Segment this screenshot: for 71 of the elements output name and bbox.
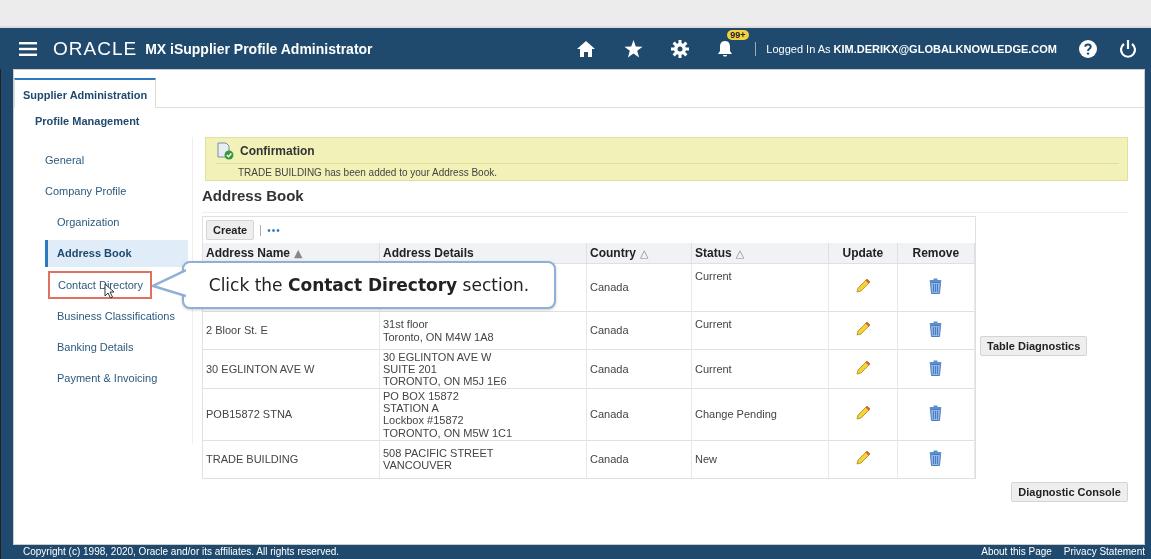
trash-icon[interactable] bbox=[929, 450, 943, 467]
power-icon[interactable] bbox=[1119, 39, 1137, 58]
logged-in-user: Logged In As KIM.DERIKX@GLOBALKNOWLEDGE.COM bbox=[766, 42, 1057, 55]
address-line: 31st floor bbox=[383, 318, 430, 331]
pencil-icon[interactable] bbox=[854, 278, 871, 295]
table-cell: Current bbox=[695, 318, 732, 330]
app-title: MX iSupplier Profile Administrator bbox=[145, 40, 373, 57]
nav-link[interactable]: Organization bbox=[45, 209, 192, 236]
table-cell: TRADE BUILDING bbox=[206, 453, 299, 466]
table-cell: POB15872 STNA bbox=[206, 408, 293, 421]
trash-icon[interactable] bbox=[929, 405, 943, 422]
diagnostic-console-button[interactable]: Diagnostic Console bbox=[1011, 482, 1128, 503]
nav-link[interactable]: Banking Details bbox=[45, 334, 192, 361]
table-cell: Current bbox=[695, 270, 732, 282]
pencil-icon[interactable] bbox=[854, 450, 871, 467]
menu-icon[interactable] bbox=[19, 41, 37, 56]
trash-icon[interactable] bbox=[929, 360, 943, 377]
address-line: 508 PACIFIC STREET bbox=[383, 447, 495, 460]
nav-link[interactable]: Company Profile bbox=[14, 178, 127, 205]
address-line: VANCOUVER bbox=[383, 459, 453, 472]
nav-link[interactable]: General bbox=[14, 147, 85, 174]
table-cell: Change Pending bbox=[695, 408, 777, 421]
create-button[interactable]: Create bbox=[206, 220, 255, 240]
address-line: Lockbox #15872 bbox=[383, 414, 465, 427]
callout-text: Click the Contact Directory section. bbox=[208, 275, 530, 295]
address-line: 30 EGLINTON AVE W bbox=[383, 351, 493, 364]
table-cell: Canada bbox=[590, 363, 629, 376]
table-cell: Canada bbox=[590, 408, 629, 421]
tab[interactable]: Supplier Administration bbox=[14, 78, 157, 108]
address-line: Toronto, ON M4W 1A8 bbox=[383, 330, 495, 343]
star-icon[interactable] bbox=[624, 39, 644, 58]
logo: ORACLE bbox=[53, 37, 138, 60]
pencil-icon[interactable] bbox=[854, 321, 871, 338]
address-line: TORONTO, ON M5W 1C1 bbox=[383, 426, 514, 439]
nav-link[interactable]: Payment & Invoicing bbox=[45, 365, 192, 392]
nav-link[interactable]: Contact Directory bbox=[48, 271, 152, 299]
settings-icon[interactable] bbox=[671, 39, 690, 58]
table-cell: 30 EGLINTON AVE W bbox=[206, 363, 315, 376]
table-cell: Canada bbox=[590, 453, 629, 466]
document-check-icon bbox=[216, 142, 234, 160]
trash-icon[interactable] bbox=[929, 321, 943, 338]
pencil-icon[interactable] bbox=[854, 405, 871, 422]
subtab[interactable]: Profile Management bbox=[14, 108, 140, 127]
confirmation-title: Confirmation bbox=[240, 144, 315, 158]
address-line: STATION A bbox=[383, 402, 440, 415]
table-diagnostics-button[interactable]: Table Diagnostics bbox=[980, 336, 1088, 356]
home-icon[interactable] bbox=[576, 39, 597, 58]
nav-link[interactable]: Business Classifications bbox=[45, 303, 192, 330]
address-line: PO BOX 15872 bbox=[383, 390, 460, 403]
footer-link[interactable]: About this Page bbox=[981, 546, 1052, 559]
help-icon[interactable] bbox=[1079, 39, 1097, 58]
table-cell: New bbox=[695, 453, 717, 466]
table-cell: 2 Bloor St. E bbox=[206, 324, 268, 337]
notification-count-badge: 99+ bbox=[727, 29, 749, 40]
table-cell: Current bbox=[695, 363, 732, 376]
address-line: TORONTO, ON M5J 1E6 bbox=[383, 375, 508, 388]
copyright-text: Copyright (c) 1998, 2020, Oracle and/or its affiliates. All rights reserved. bbox=[23, 546, 340, 559]
table-cell: Canada bbox=[590, 281, 629, 294]
confirmation-message: TRADE BUILDING has been added to your Address Book. bbox=[237, 166, 499, 178]
trash-icon[interactable] bbox=[929, 278, 943, 295]
address-line: SUITE 201 bbox=[383, 363, 438, 376]
footer-link[interactable]: Privacy Statement bbox=[1063, 546, 1145, 559]
table-cell: Canada bbox=[590, 324, 629, 337]
pencil-icon[interactable] bbox=[854, 360, 871, 377]
column-header[interactable]: Status bbox=[695, 246, 732, 260]
column-header[interactable]: Address Name bbox=[206, 246, 291, 260]
notification-bell-icon[interactable] bbox=[717, 39, 734, 58]
column-header[interactable]: Country bbox=[590, 246, 636, 260]
nav-link[interactable]: Address Book bbox=[45, 240, 188, 267]
more-actions-button[interactable]: ••• bbox=[267, 224, 281, 236]
section-heading: Address Book bbox=[202, 181, 1128, 213]
